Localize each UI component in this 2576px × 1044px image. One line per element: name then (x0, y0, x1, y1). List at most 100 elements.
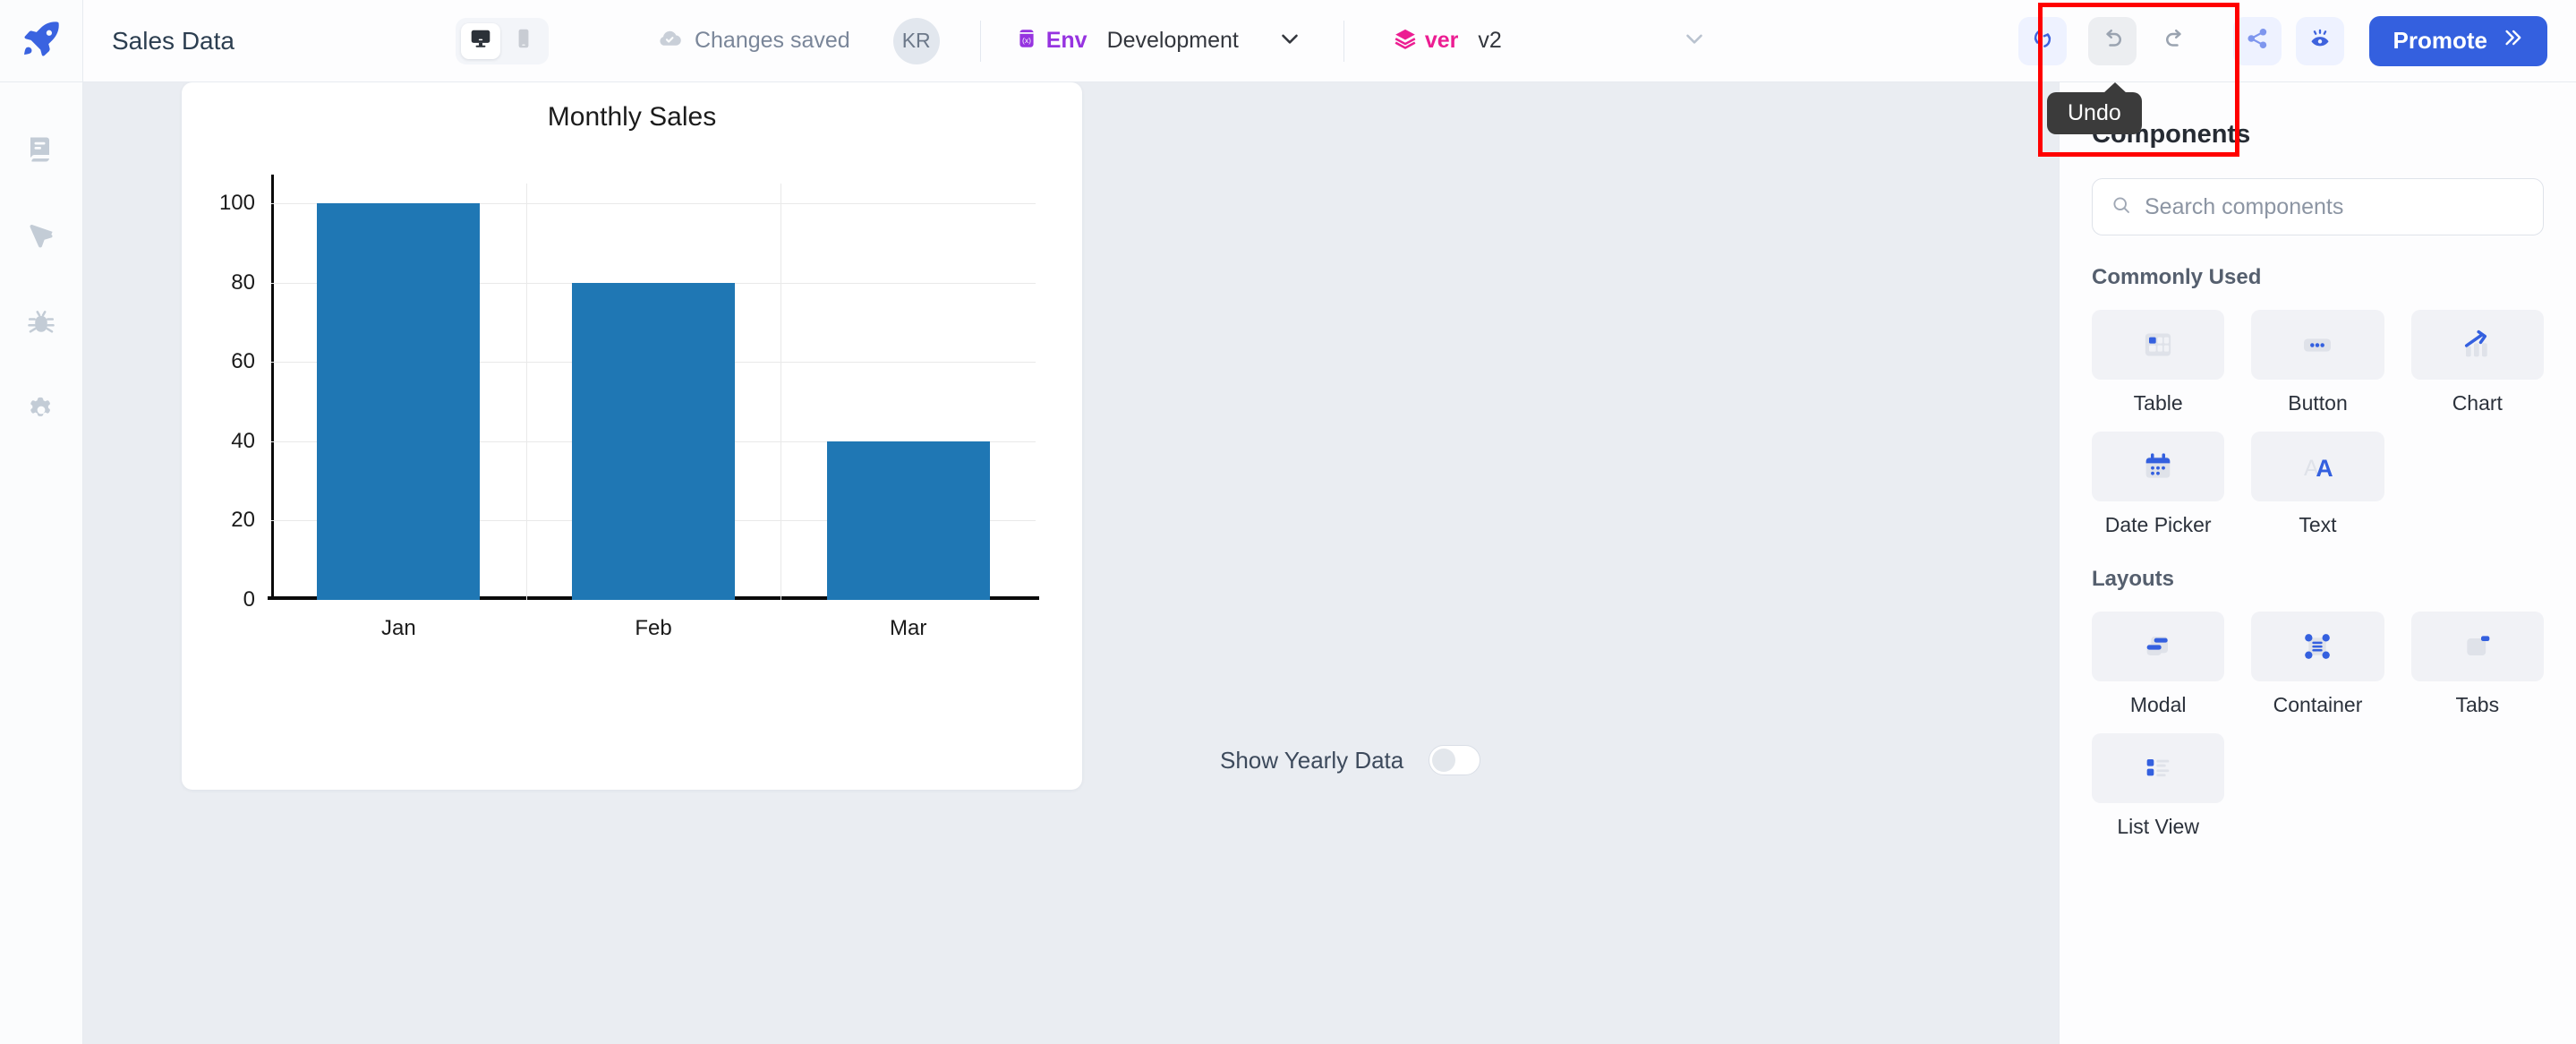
component-item-container[interactable]: Container (2251, 612, 2384, 717)
component-item-modal[interactable]: Modal (2092, 612, 2225, 717)
component-item-button[interactable]: Button (2251, 310, 2384, 415)
chart-x-tick-label: Feb (635, 616, 672, 640)
version-tag: ver (1394, 27, 1458, 55)
chart-y-tick-label: 100 (218, 191, 255, 216)
preview-button[interactable] (2295, 16, 2344, 65)
rocket-icon (21, 18, 62, 64)
component-grid: Table Button Chart Date Picker A A Text (2092, 310, 2544, 537)
component-label: Chart (2452, 391, 2503, 415)
save-status: Changes saved (656, 24, 850, 57)
app-logo[interactable] (0, 0, 83, 82)
search-input[interactable] (2145, 193, 2525, 220)
chart-y-axis (271, 175, 274, 600)
yearly-data-toggle[interactable] (1429, 745, 1481, 775)
search-icon (2111, 194, 2132, 220)
topbar-divider-1 (979, 20, 981, 62)
component-item-chart[interactable]: Chart (2410, 310, 2544, 415)
redo-icon (2162, 25, 2188, 56)
top-bar: Sales Data Changes saved KR (x) Env Deve… (83, 0, 2576, 82)
chart-vertical-gridline (780, 184, 782, 600)
chart-bar (826, 441, 990, 600)
env-variable-icon: (x) (1015, 27, 1038, 55)
avatar[interactable]: KR (892, 17, 940, 64)
main-area: Sales Data Changes saved KR (x) Env Deve… (83, 0, 2576, 1044)
component-label: Tabs (2455, 693, 2500, 716)
env-value: Development (1106, 28, 1239, 53)
share-button[interactable] (2232, 16, 2282, 65)
app-root: Sales Data Changes saved KR (x) Env Deve… (0, 0, 2576, 1044)
component-label: Date Picker (2104, 513, 2212, 536)
env-tag-label: Env (1045, 28, 1088, 53)
component-sections: Commonly Used Table Button Chart Date Picker… (2092, 265, 2544, 839)
table-icon (2092, 310, 2225, 380)
device-toggle-desktop[interactable] (460, 22, 500, 59)
chart-widget[interactable]: Monthly Sales 0 20 40 60 80 100 Jan Feb Mar (182, 82, 1082, 790)
modal-icon (2092, 612, 2225, 681)
components-panel: Components Commonly Used Table Button Chart… (2059, 82, 2576, 1044)
search-components-box[interactable] (2092, 178, 2544, 235)
sidebar-item-settings[interactable] (0, 366, 83, 453)
chevron-down-icon (1681, 25, 1708, 56)
chart-vertical-gridline (525, 184, 527, 600)
chart-y-tick-label: 20 (231, 508, 255, 533)
promote-button[interactable]: Promote (2368, 15, 2547, 66)
component-item-date-picker[interactable]: Date Picker (2092, 432, 2225, 537)
section-heading: Layouts (2092, 567, 2175, 591)
bug-icon (25, 307, 57, 339)
left-rail (0, 0, 83, 1044)
yearly-data-toggle-row: Show Yearly Data (1220, 745, 1481, 775)
redo-button[interactable] (2151, 17, 2199, 65)
components-heading: Components (2092, 120, 2251, 149)
save-status-text: Changes saved (694, 28, 850, 53)
mobile-icon (512, 27, 535, 55)
component-item-table[interactable]: Table (2092, 310, 2225, 415)
share-icon (2245, 26, 2270, 56)
sidebar-item-inspector[interactable] (0, 193, 83, 279)
desktop-icon (469, 27, 492, 55)
chart-x-tick-label: Jan (380, 616, 416, 640)
env-tag: (x) Env (1015, 27, 1088, 55)
undo-icon (2099, 25, 2126, 56)
component-item-list-view[interactable]: List View (2092, 733, 2225, 839)
svg-text:(x): (x) (1022, 36, 1031, 45)
device-toggle-mobile[interactable] (504, 23, 543, 59)
undo-tooltip: Undo (2047, 82, 2142, 134)
device-toggle (455, 17, 549, 64)
double-chevron-right-icon (2500, 26, 2523, 56)
gear-icon (25, 394, 57, 426)
chart-y-tick-label: 40 (231, 428, 255, 453)
component-label: List View (2117, 815, 2199, 838)
env-selector[interactable]: (x) Env Development (1015, 25, 1303, 56)
cursor-icon (25, 220, 57, 252)
chart-bar (317, 203, 481, 600)
chart-title: Monthly Sales (547, 102, 717, 132)
undo-button[interactable] (2087, 16, 2137, 65)
list-view-icon (2092, 733, 2225, 803)
sidebar-item-debugger[interactable] (0, 279, 83, 366)
refresh-icon (2030, 26, 2055, 56)
layers-icon (1394, 27, 1417, 55)
svg-text:A: A (2316, 455, 2333, 482)
button-icon (2251, 310, 2384, 380)
pages-icon (25, 133, 57, 166)
bar-chart: Monthly Sales 0 20 40 60 80 100 Jan Feb Mar (182, 82, 1082, 790)
version-selector[interactable]: ver v2 (1394, 25, 1708, 56)
version-value: v2 (1478, 28, 1502, 53)
component-label: Table (2133, 391, 2183, 415)
promote-label: Promote (2393, 27, 2487, 54)
preview-eye-icon (2307, 26, 2333, 56)
left-rail-items (0, 82, 83, 453)
chart-x-tick-label: Mar (889, 616, 927, 640)
refresh-button[interactable] (2017, 16, 2067, 65)
topbar-divider-2 (1343, 20, 1344, 62)
container-icon (2251, 612, 2384, 681)
chevron-down-icon (1276, 25, 1303, 56)
chart-y-tick-label: 60 (231, 349, 255, 374)
sidebar-item-pages[interactable] (0, 106, 83, 193)
chart-y-tick-label: 80 (231, 270, 255, 295)
component-item-text[interactable]: A A Text (2251, 432, 2384, 537)
component-item-tabs[interactable]: Tabs (2410, 612, 2544, 717)
calendar-icon (2092, 432, 2225, 501)
chart-icon (2410, 310, 2544, 380)
component-label: Modal (2129, 693, 2187, 716)
